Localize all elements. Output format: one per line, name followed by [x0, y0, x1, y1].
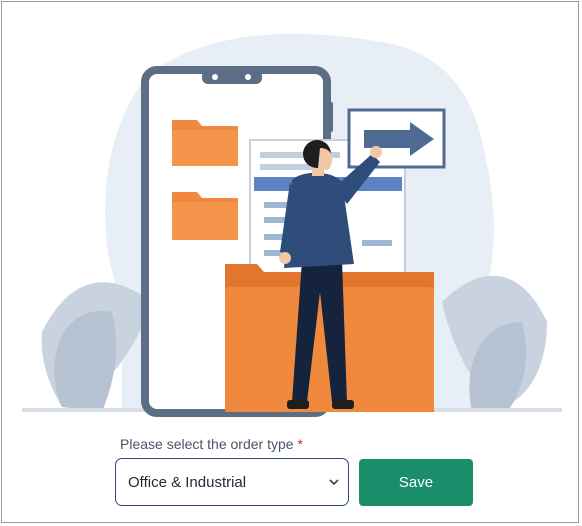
phone-notch: [202, 70, 262, 84]
order-type-label-text: Please select the order type: [120, 436, 294, 452]
order-type-select[interactable]: Office & Industrial: [115, 458, 349, 506]
order-type-label: Please select the order type *: [120, 436, 303, 452]
folder-small-1: [172, 120, 238, 166]
save-button[interactable]: Save: [359, 459, 473, 506]
file-transfer-illustration: [22, 33, 562, 417]
required-marker: *: [297, 436, 303, 452]
order-type-selected-value: Office & Industrial: [128, 473, 247, 491]
phone-side-button: [327, 102, 333, 132]
folder-small-2: [172, 192, 238, 240]
chevron-down-icon: [320, 478, 348, 486]
order-type-card: Please select the order type * Office & I…: [1, 1, 579, 523]
